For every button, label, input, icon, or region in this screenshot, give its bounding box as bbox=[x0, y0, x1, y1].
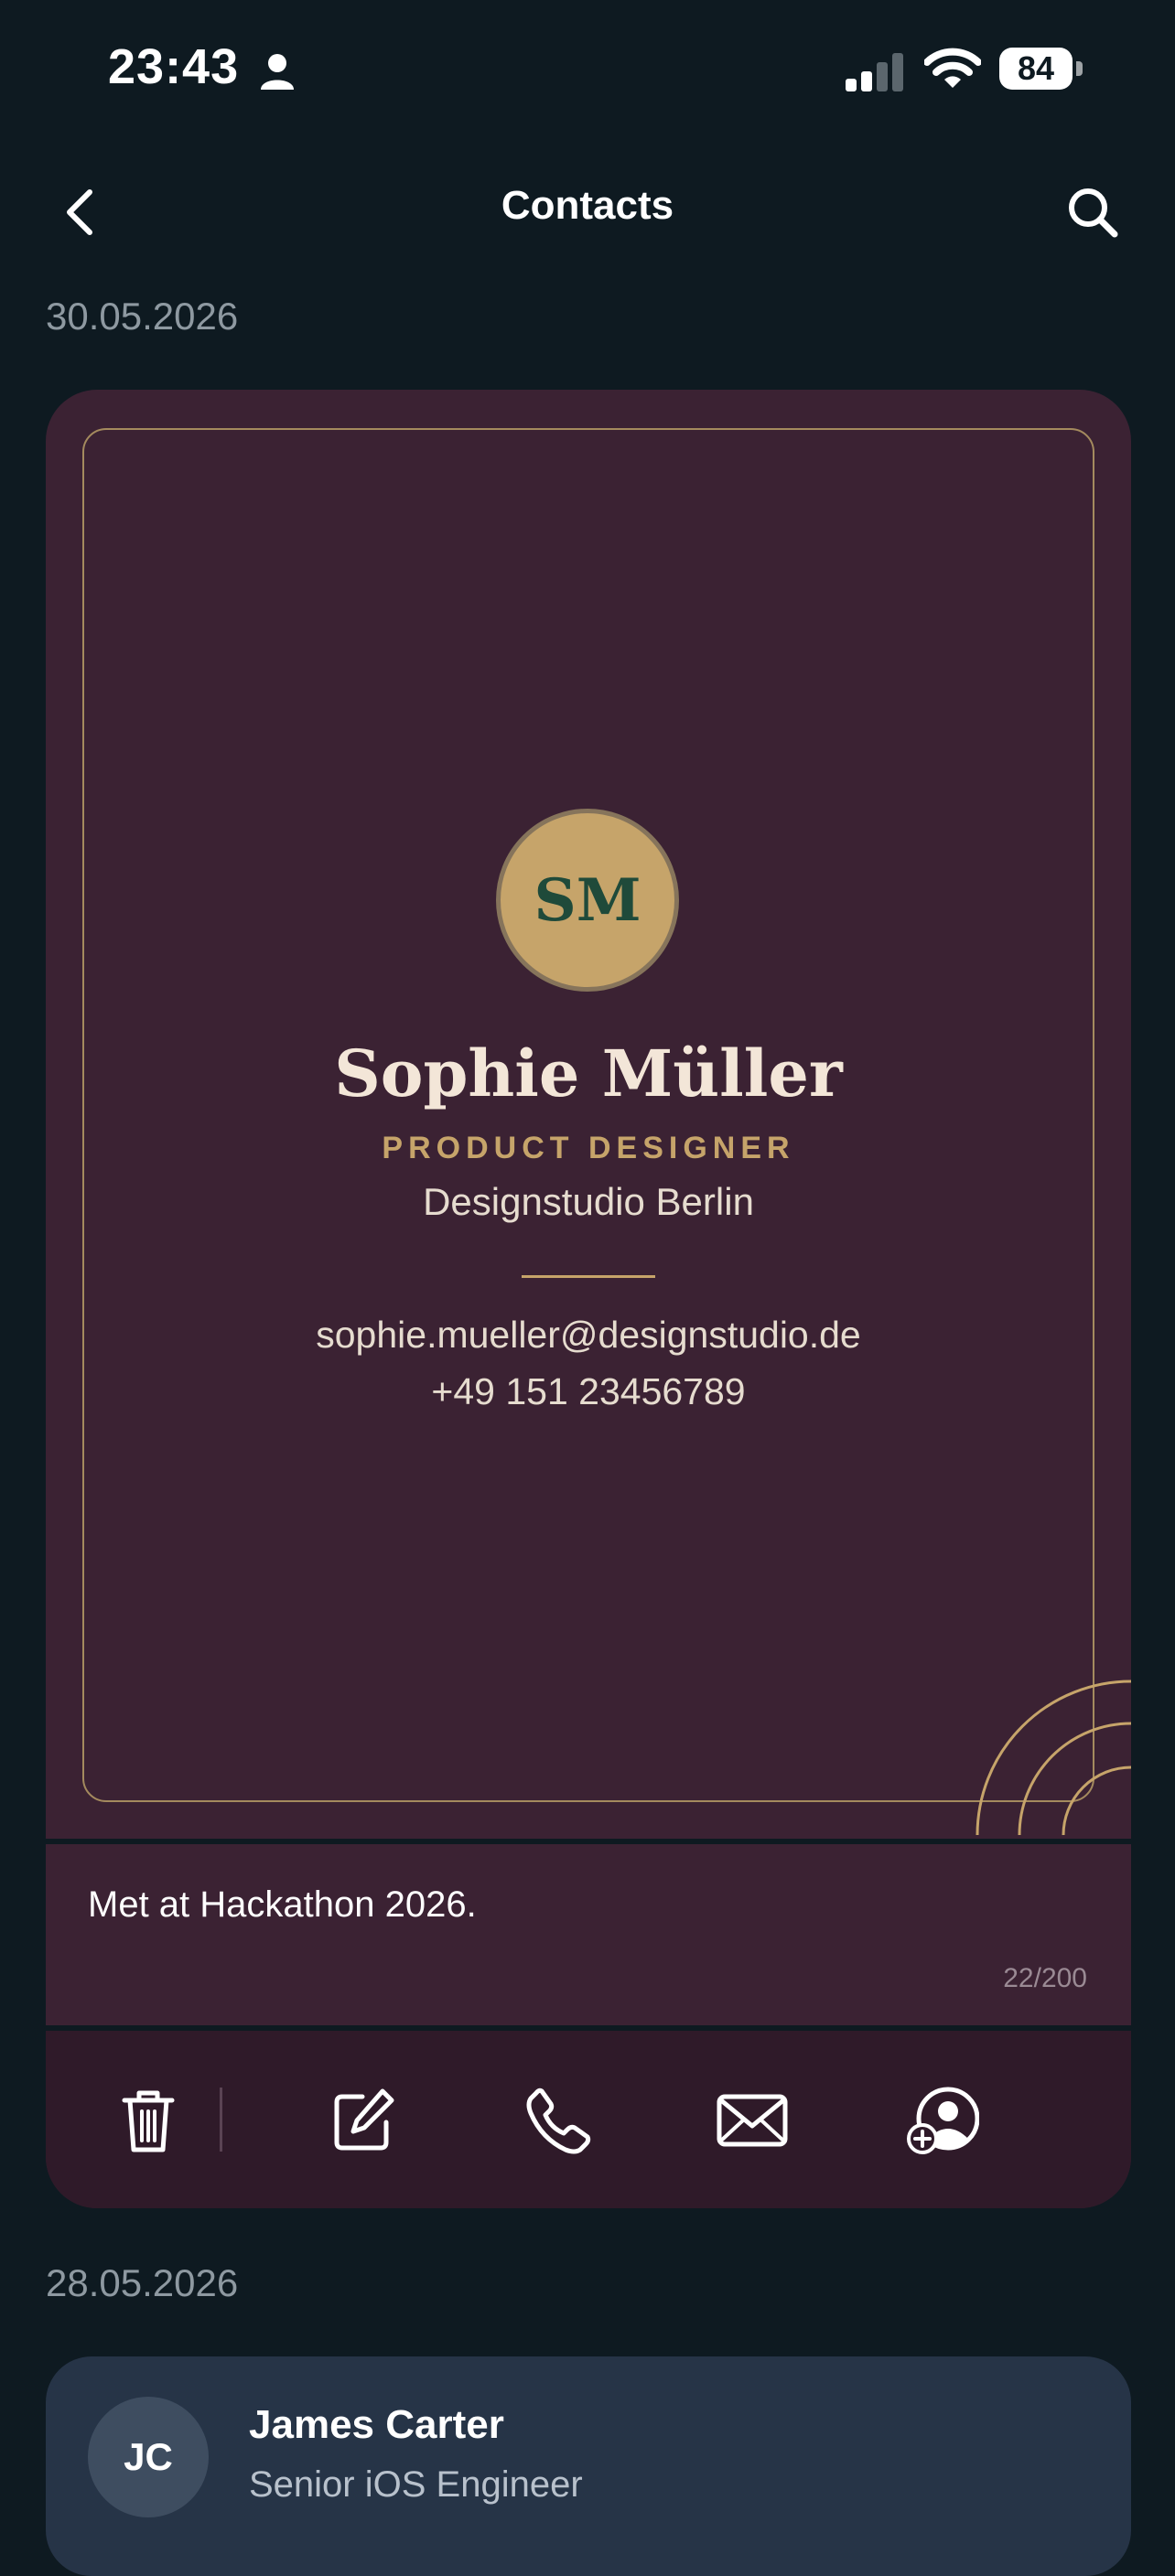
card-company: Designstudio Berlin bbox=[423, 1180, 754, 1223]
card-name: Sophie Müller bbox=[334, 1036, 843, 1111]
action-bar bbox=[46, 2031, 1131, 2208]
card-email[interactable]: sophie.mueller@designstudio.de bbox=[46, 1314, 1131, 1357]
card-avatar: SM bbox=[496, 809, 679, 992]
cellular-signal-icon bbox=[846, 53, 903, 91]
contact-name: James Carter bbox=[249, 2402, 504, 2447]
call-button[interactable] bbox=[522, 2084, 595, 2157]
card-initials: SM bbox=[534, 865, 641, 935]
delete-button[interactable] bbox=[112, 2084, 185, 2157]
page-title: Contacts bbox=[501, 183, 674, 228]
business-card[interactable]: SM Sophie Müller PRODUCT DESIGNER Design… bbox=[46, 390, 1131, 2208]
battery-level: 84 bbox=[1017, 49, 1055, 87]
trash-icon bbox=[122, 2090, 175, 2152]
search-icon[interactable] bbox=[1065, 185, 1120, 240]
action-divider bbox=[220, 2088, 222, 2152]
phone-icon bbox=[526, 2088, 591, 2154]
decorative-arcs-icon bbox=[976, 1680, 1131, 1835]
edit-button[interactable] bbox=[326, 2084, 399, 2157]
date-header: 30.05.2026 bbox=[46, 295, 239, 338]
contact-avatar: JC bbox=[88, 2397, 209, 2517]
card-phone[interactable]: +49 151 23456789 bbox=[46, 1370, 1131, 1413]
card-job-title: PRODUCT DESIGNER bbox=[382, 1131, 795, 1165]
person-icon bbox=[261, 54, 294, 90]
note-character-count: 22/200 bbox=[1003, 1963, 1087, 1993]
card-frame bbox=[82, 428, 1094, 1802]
date-header: 28.05.2026 bbox=[46, 2261, 239, 2304]
contact-role: Senior iOS Engineer bbox=[249, 2464, 583, 2505]
status-time: 23:43 bbox=[108, 39, 240, 94]
note-text: Met at Hackathon 2026. bbox=[88, 1884, 477, 1925]
back-chevron-icon[interactable] bbox=[59, 185, 101, 240]
contact-list-item[interactable]: JC James Carter Senior iOS Engineer bbox=[46, 2356, 1131, 2576]
wifi-icon bbox=[924, 48, 981, 88]
mail-icon bbox=[717, 2094, 788, 2147]
card-divider bbox=[522, 1275, 655, 1278]
add-to-contacts-button[interactable] bbox=[906, 2084, 980, 2157]
add-contact-icon bbox=[907, 2087, 980, 2154]
note-field[interactable]: Met at Hackathon 2026. 22/200 bbox=[46, 1844, 1131, 2025]
edit-icon bbox=[334, 2088, 394, 2151]
email-button[interactable] bbox=[716, 2084, 789, 2157]
battery-indicator: 84 bbox=[999, 48, 1083, 90]
